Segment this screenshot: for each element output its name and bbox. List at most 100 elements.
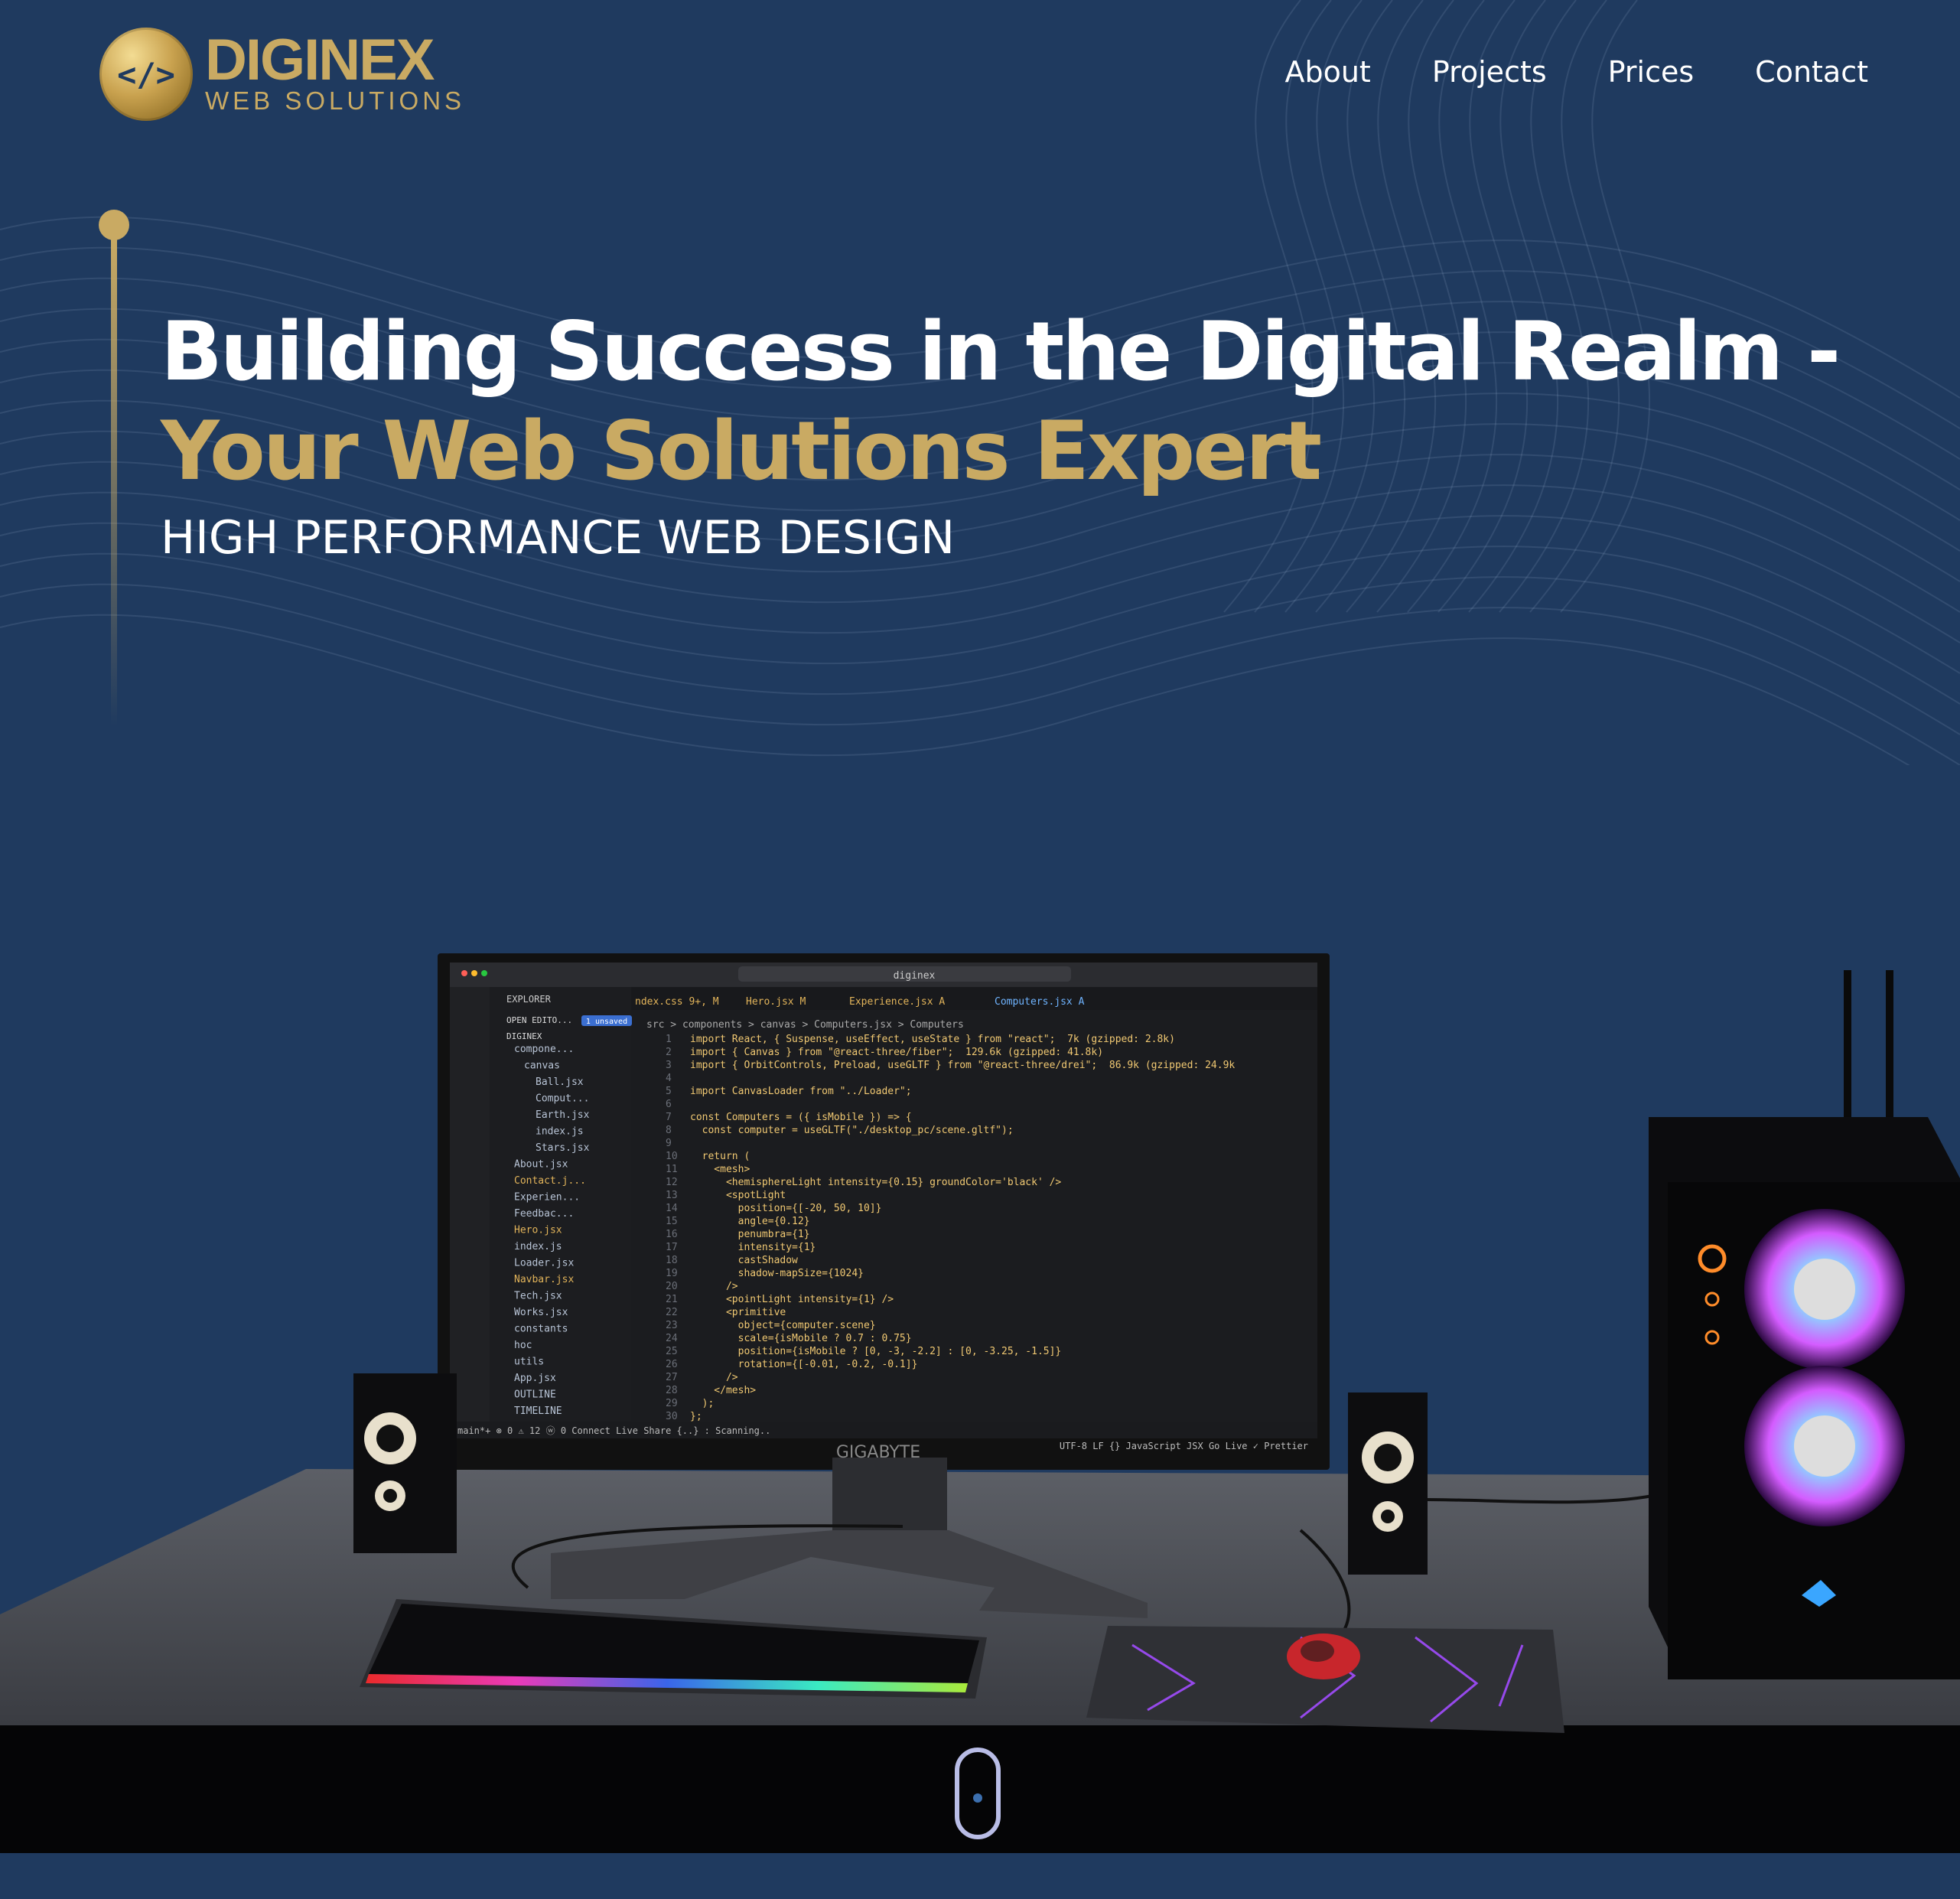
accent-line (111, 237, 117, 727)
file-tree-item[interactable]: hoc (514, 1340, 532, 1351)
file-tree-item[interactable]: About.jsx (514, 1159, 568, 1171)
line-number: 25 (666, 1346, 678, 1357)
editor-tabs: ndex.css 9+, M Hero.jsx M Experience.jsx A… (635, 996, 1085, 1008)
code-line: import { OrbitControls, Preload, useGLTF… (690, 1060, 1235, 1071)
code-line: return ( (690, 1151, 750, 1162)
line-number: 26 (666, 1359, 678, 1370)
file-tree-item[interactable]: Tech.jsx (514, 1291, 562, 1302)
line-number: 9 (666, 1138, 672, 1149)
code-line: rotation={[-0.01, -0.2, -0.1]} (690, 1359, 917, 1370)
line-number: 11 (666, 1164, 678, 1175)
line-number: 15 (666, 1216, 678, 1227)
line-number: 1 (666, 1034, 672, 1045)
editor-tab[interactable]: ndex.css 9+, M (635, 996, 719, 1008)
left-speaker (353, 1373, 457, 1553)
code-line: import React, { Suspense, useEffect, use… (690, 1034, 1175, 1045)
line-number: 6 (666, 1099, 672, 1110)
unsaved-badge: 1 unsaved (586, 1018, 627, 1026)
file-tree-item[interactable]: Comput... (536, 1093, 589, 1105)
file-tree-item[interactable]: index.js (536, 1126, 584, 1138)
code-line: penumbra={1} (690, 1229, 810, 1240)
code-line: position={[-20, 50, 10]} (690, 1203, 881, 1214)
brand-logo[interactable]: </> DIGINEX WEB SOLUTIONS (99, 28, 465, 121)
mouse (1287, 1634, 1360, 1679)
file-tree-item[interactable]: Experien... (514, 1192, 580, 1204)
code-brackets-icon: </> (99, 28, 193, 121)
code-line: import CanvasLoader from "../Loader"; (690, 1086, 912, 1097)
file-tree-item[interactable]: TIMELINE (514, 1406, 562, 1417)
line-number: 4 (666, 1073, 672, 1084)
code-line: object={computer.scene} (690, 1320, 876, 1331)
line-number: 8 (666, 1125, 672, 1136)
file-tree-item[interactable]: OUTLINE (514, 1389, 556, 1401)
file-tree-item[interactable]: Works.jsx (514, 1307, 568, 1318)
line-number: 7 (666, 1112, 672, 1123)
file-tree-item[interactable]: App.jsx (514, 1373, 556, 1384)
main-nav: About Projects Prices Contact (1284, 55, 1868, 89)
code-line: position={isMobile ? [0, -3, -2.2] : [0,… (690, 1346, 1061, 1357)
line-number: 21 (666, 1294, 678, 1305)
nav-projects-link[interactable]: Projects (1432, 55, 1547, 89)
nav-prices-link[interactable]: Prices (1608, 55, 1695, 89)
right-speaker (1348, 1392, 1428, 1575)
line-number: 19 (666, 1268, 678, 1279)
file-tree-item[interactable]: Stars.jsx (536, 1142, 590, 1154)
code-line: shadow-mapSize={1024} (690, 1268, 864, 1279)
code-line: }; (690, 1411, 702, 1422)
line-number: 14 (666, 1203, 678, 1214)
line-number: 28 (666, 1385, 678, 1396)
code-line: /> (690, 1372, 738, 1383)
project-label: DIGINEX (506, 1031, 542, 1041)
code-line: const Computers = ({ isMobile }) => { (690, 1112, 912, 1123)
code-line: <mesh> (690, 1164, 750, 1175)
editor-breadcrumb: src > components > canvas > Computers.js… (646, 1019, 964, 1031)
line-number: 3 (666, 1060, 672, 1071)
line-number: 30 (666, 1411, 678, 1422)
monitor-brand: GIGABYTE (836, 1443, 920, 1462)
code-line: const computer = useGLTF("./desktop_pc/s… (690, 1125, 1014, 1136)
brand-name: DIGINEX (205, 28, 435, 93)
hero-tagline: HIGH PERFORMANCE WEB DESIGN (161, 511, 956, 565)
line-number: 18 (666, 1255, 678, 1266)
line-number: 16 (666, 1229, 678, 1240)
explorer-title: EXPLORER (506, 994, 552, 1005)
file-tree-item[interactable]: canvas (524, 1060, 560, 1072)
file-tree-item[interactable]: constants (514, 1324, 568, 1335)
nav-about-link[interactable]: About (1284, 55, 1370, 89)
file-tree-item[interactable]: Feedbac... (514, 1208, 574, 1220)
code-line: <pointLight intensity={1} /> (690, 1294, 894, 1305)
file-tree-item[interactable]: Contact.j... (514, 1175, 586, 1187)
editor-tab[interactable]: Experience.jsx A (849, 996, 945, 1008)
open-editors-label: OPEN EDITO... (506, 1015, 572, 1025)
file-tree-item[interactable]: Loader.jsx (514, 1258, 574, 1269)
file-tree-item[interactable]: Earth.jsx (536, 1109, 590, 1121)
editor-tab[interactable]: Computers.jsx A (995, 996, 1085, 1008)
accent-dot (99, 210, 129, 240)
file-tree-item[interactable]: index.js (514, 1241, 562, 1252)
file-tree-item[interactable]: compone... (514, 1044, 574, 1055)
line-number: 22 (666, 1307, 678, 1318)
line-number: 10 (666, 1151, 678, 1162)
scroll-down-indicator[interactable] (955, 1748, 1001, 1839)
file-tree-item[interactable]: Hero.jsx (514, 1225, 562, 1236)
code-line: import { Canvas } from "@react-three/fib… (690, 1047, 1103, 1058)
hero-title-line2: Your Web Solutions Expert (161, 404, 1322, 498)
line-number: 17 (666, 1242, 678, 1253)
editor-search[interactable]: diginex (894, 970, 936, 982)
file-tree-item[interactable]: utils (514, 1357, 544, 1368)
editor-tab[interactable]: Hero.jsx M (746, 996, 806, 1008)
code-line: ); (690, 1398, 714, 1409)
code-line: /> (690, 1281, 738, 1292)
status-right: UTF-8 LF {} JavaScript JSX Go Live ✓ Pre… (1060, 1441, 1308, 1451)
hero-title-line1: Building Success in the Digital Realm - (161, 305, 1841, 399)
pc-tower (1649, 970, 1960, 1679)
line-number: 23 (666, 1320, 678, 1331)
nav-contact-link[interactable]: Contact (1755, 55, 1868, 89)
line-number: 5 (666, 1086, 672, 1097)
file-tree-item[interactable]: Navbar.jsx (514, 1274, 574, 1285)
line-number: 20 (666, 1281, 678, 1292)
code-line: intensity={1} (690, 1242, 816, 1253)
file-tree-item[interactable]: Ball.jsx (536, 1077, 584, 1088)
line-number: 12 (666, 1177, 678, 1188)
code-line: scale={isMobile ? 0.7 : 0.75} (690, 1333, 912, 1344)
